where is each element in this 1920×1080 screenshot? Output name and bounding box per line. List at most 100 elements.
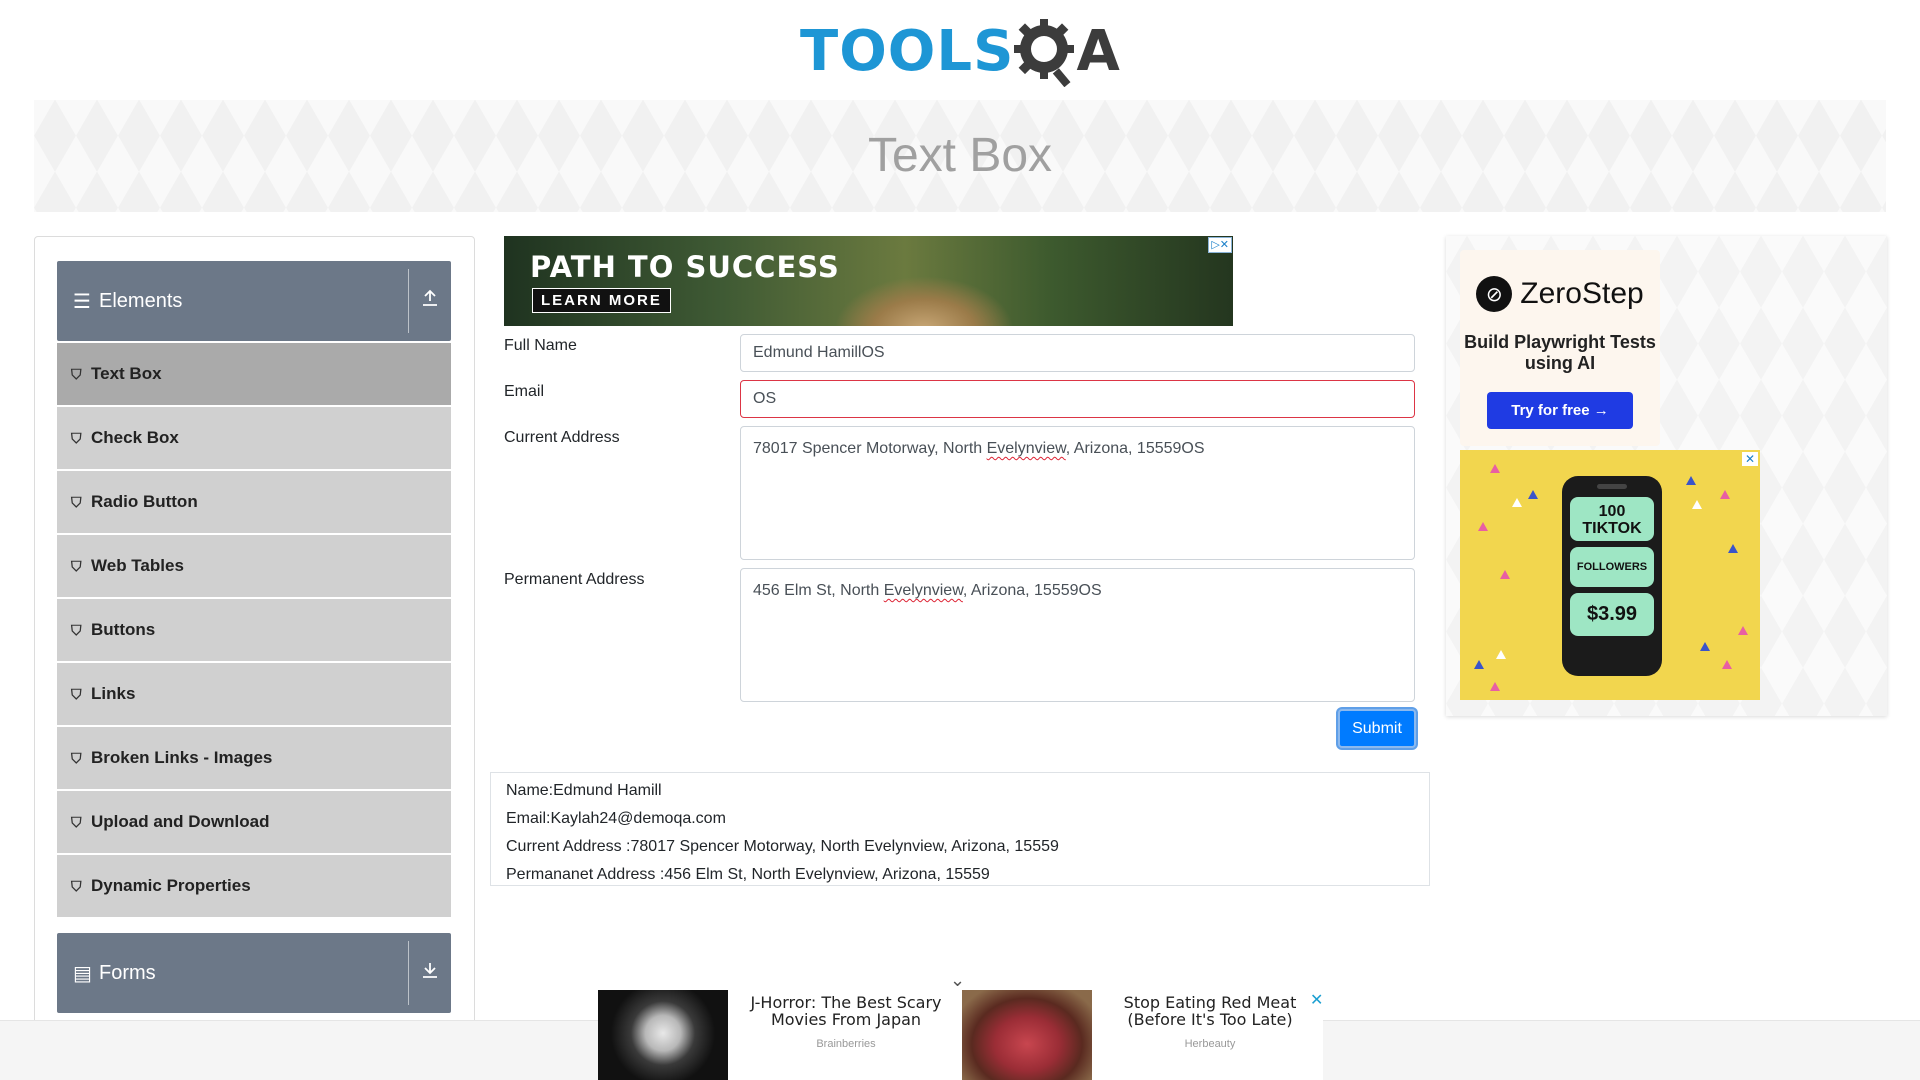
tiktok-followers-pill: FOLLOWERS bbox=[1570, 547, 1654, 587]
zerostep-ad[interactable]: ⊘ ZeroStep Build Playwright Tests using … bbox=[1460, 250, 1660, 446]
ad-headline: J-Horror: The Best Scary Movies From Jap… bbox=[750, 993, 942, 1029]
chevron-down-icon[interactable]: ⌄ bbox=[950, 970, 965, 991]
native-ad-item[interactable]: J-Horror: The Best Scary Movies From Jap… bbox=[598, 990, 958, 1080]
html5-icon: ⛉ bbox=[71, 429, 82, 446]
tiktok-word: TIKTOK bbox=[1582, 520, 1642, 537]
confetti-triangle bbox=[1720, 490, 1730, 499]
current-address-text: 78017 Spencer Motorway, North bbox=[753, 440, 987, 457]
ad-forest-path-image bbox=[834, 276, 1014, 326]
phone-graphic: 100 TIKTOK FOLLOWERS $3.99 bbox=[1562, 476, 1662, 676]
ad-source: Brainberries bbox=[816, 1038, 876, 1050]
confetti-triangle bbox=[1692, 500, 1702, 509]
bottom-native-ads: J-Horror: The Best Scary Movies From Jap… bbox=[598, 990, 1323, 1080]
sidebar-item-check-box[interactable]: ⛉ Check Box bbox=[57, 407, 451, 469]
confetti-triangle bbox=[1474, 660, 1484, 669]
email-label: Email bbox=[504, 383, 545, 400]
tiktok-count-pill: 100 TIKTOK bbox=[1570, 497, 1654, 541]
output-email: Email:Kaylah24@demoqa.com bbox=[506, 810, 726, 827]
confetti-triangle bbox=[1528, 490, 1538, 499]
zerostep-logo-icon: ⊘ bbox=[1476, 276, 1513, 312]
spellcheck-word: Evelynview bbox=[883, 582, 963, 599]
sidebar-item-label: Radio Button bbox=[91, 492, 198, 511]
confetti-triangle bbox=[1512, 498, 1522, 507]
sidebar-item-upload-download[interactable]: ⛉ Upload and Download bbox=[57, 791, 451, 853]
page-title: Text Box bbox=[867, 129, 1053, 182]
sidebar-item-label: Upload and Download bbox=[91, 812, 270, 831]
full-name-label: Full Name bbox=[504, 337, 577, 354]
output-current-address: Current Address :78017 Spencer Motorway,… bbox=[506, 838, 1059, 855]
sidebar-item-web-tables[interactable]: ⛉ Web Tables bbox=[57, 535, 451, 597]
sidebar-item-label: Web Tables bbox=[91, 556, 184, 575]
confetti-triangle bbox=[1700, 642, 1710, 651]
confetti-triangle bbox=[1722, 660, 1732, 669]
close-icon[interactable]: ✕ bbox=[1741, 452, 1758, 466]
output-name: Name:Edmund Hamill bbox=[506, 782, 662, 799]
logo-a-text: A bbox=[1076, 19, 1120, 84]
sidebar-menu-list: ⛉ Text Box ⛉ Check Box ⛉ Radio Button ⛉ … bbox=[57, 343, 451, 919]
try-for-free-button[interactable]: Try for free → bbox=[1487, 392, 1633, 429]
spellcheck-word: Evelynview bbox=[986, 440, 1066, 457]
expand-down-icon[interactable] bbox=[409, 961, 451, 985]
document-icon: ▤ bbox=[73, 962, 92, 985]
full-name-input[interactable]: Edmund HamillOS bbox=[740, 334, 1415, 372]
ad-thumbnail-image bbox=[962, 990, 1092, 1080]
ad-title: PATH TO SUCCESS bbox=[530, 250, 840, 284]
sidebar-item-label: Check Box bbox=[91, 428, 179, 447]
sidebar-group-elements[interactable]: ☰ Elements bbox=[57, 261, 451, 341]
email-input[interactable]: OS bbox=[740, 380, 1415, 418]
output-box: Name:Edmund Hamill Email:Kaylah24@demoqa… bbox=[490, 772, 1430, 886]
html5-icon: ⛉ bbox=[71, 557, 82, 574]
current-address-label: Current Address bbox=[504, 429, 620, 446]
confetti-triangle bbox=[1686, 476, 1696, 485]
html5-icon: ⛉ bbox=[71, 749, 82, 766]
ad-headline: Stop Eating Red Meat (Before It's Too La… bbox=[1123, 993, 1297, 1029]
gear-magnifier-icon bbox=[1014, 19, 1075, 87]
adchoices-close-icon[interactable]: ▷✕ bbox=[1208, 237, 1232, 253]
tiktok-price-pill: $3.99 bbox=[1570, 593, 1654, 636]
ad-source: Herbeauty bbox=[1184, 1038, 1236, 1050]
site-header: TOOLS A bbox=[0, 0, 1920, 100]
html5-icon: ⛉ bbox=[71, 493, 82, 510]
permanent-address-textarea[interactable]: 456 Elm St, North Evelynview, Arizona, 1… bbox=[740, 568, 1415, 702]
collapse-up-icon[interactable] bbox=[409, 289, 451, 313]
sidebar-group-label: Forms bbox=[99, 961, 156, 984]
html5-icon: ⛉ bbox=[71, 813, 82, 830]
logo-tools-text: TOOLS bbox=[800, 19, 1015, 84]
sidebar-item-text-box[interactable]: ⛉ Text Box bbox=[57, 343, 451, 405]
confetti-triangle bbox=[1496, 650, 1506, 659]
confetti-triangle bbox=[1738, 626, 1748, 635]
ad-banner-top[interactable]: PATH TO SUCCESS LEARN MORE ▷✕ bbox=[504, 236, 1233, 326]
zerostep-brand: ZeroStep bbox=[1520, 277, 1644, 310]
confetti-triangle bbox=[1728, 544, 1738, 553]
html5-icon: ⛉ bbox=[71, 877, 82, 894]
sidebar-group-label: Elements bbox=[99, 289, 183, 312]
html5-icon: ⛉ bbox=[71, 365, 82, 382]
hamburger-icon: ☰ bbox=[73, 290, 91, 313]
permanent-address-label: Permanent Address bbox=[504, 571, 645, 588]
toolsqa-logo[interactable]: TOOLS A bbox=[800, 14, 1120, 90]
html5-icon: ⛉ bbox=[71, 685, 82, 702]
sidebar-item-label: Dynamic Properties bbox=[91, 876, 251, 895]
ad-learn-more-button[interactable]: LEARN MORE bbox=[532, 288, 671, 313]
zerostep-tagline: Build Playwright Tests using AI bbox=[1464, 332, 1656, 373]
confetti-triangle bbox=[1490, 464, 1500, 473]
sidebar-item-radio-button[interactable]: ⛉ Radio Button bbox=[57, 471, 451, 533]
sidebar-item-links[interactable]: ⛉ Links bbox=[57, 663, 451, 725]
sidebar-item-label: Text Box bbox=[91, 364, 162, 383]
sidebar-item-dynamic-properties[interactable]: ⛉ Dynamic Properties bbox=[57, 855, 451, 917]
sidebar-item-broken-links[interactable]: ⛉ Broken Links - Images bbox=[57, 727, 451, 789]
phone-notch bbox=[1597, 484, 1627, 489]
current-address-textarea[interactable]: 78017 Spencer Motorway, North Evelynview… bbox=[740, 426, 1415, 560]
tiktok-count: 100 bbox=[1598, 503, 1626, 520]
logo-qa-mark: A bbox=[1014, 17, 1120, 87]
native-ad-item[interactable]: Stop Eating Red Meat (Before It's Too La… bbox=[962, 990, 1322, 1080]
close-icon[interactable]: ✕ bbox=[1310, 990, 1323, 1010]
confetti-triangle bbox=[1478, 522, 1488, 531]
submit-button[interactable]: Submit bbox=[1338, 709, 1416, 748]
current-address-text: , Arizona, 15559OS bbox=[1065, 440, 1205, 457]
sidebar-item-label: Buttons bbox=[91, 620, 156, 639]
sidebar-group-forms[interactable]: ▤ Forms bbox=[57, 933, 451, 1013]
tiktok-followers-ad[interactable]: 100 TIKTOK FOLLOWERS $3.99 ✕ bbox=[1460, 450, 1760, 700]
sidebar-item-buttons[interactable]: ⛉ Buttons bbox=[57, 599, 451, 661]
sidebar: ☰ Elements ⛉ Text Box ⛉ Check Box ⛉ Radi… bbox=[34, 236, 475, 1080]
